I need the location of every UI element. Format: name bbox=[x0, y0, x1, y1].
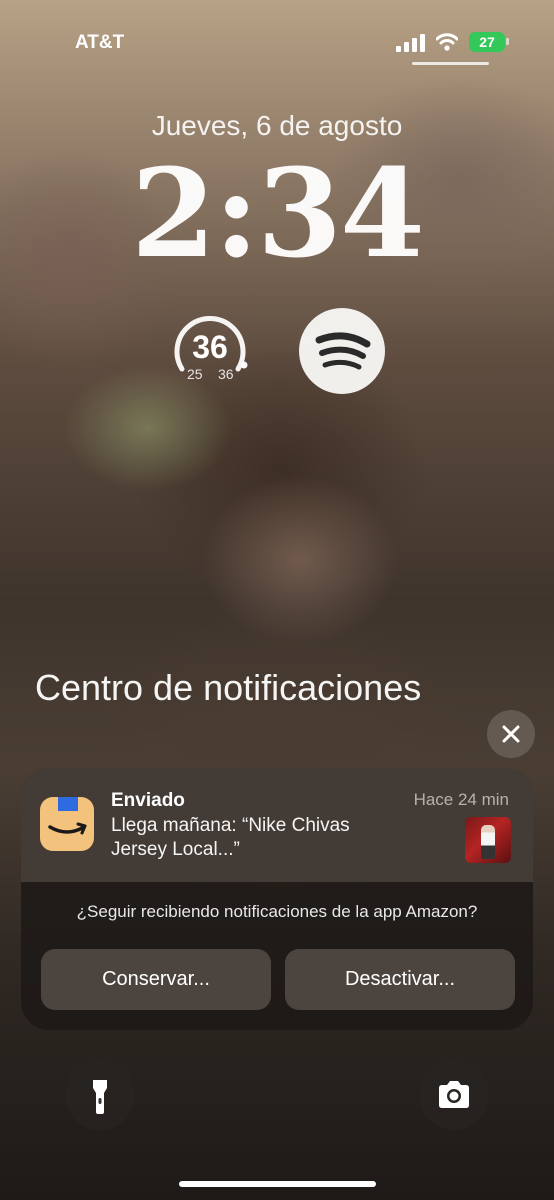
disable-notifications-button[interactable]: Desactivar... bbox=[285, 949, 515, 1010]
keep-notifications-button[interactable]: Conservar... bbox=[41, 949, 271, 1010]
camera-icon bbox=[439, 1081, 469, 1108]
thumbnail-figure bbox=[481, 825, 495, 859]
temperature-high: 36 bbox=[218, 366, 234, 382]
flashlight-icon bbox=[93, 1080, 107, 1114]
home-indicator[interactable] bbox=[179, 1181, 376, 1187]
amazon-icon bbox=[40, 797, 94, 851]
spotify-widget[interactable] bbox=[299, 308, 385, 394]
lock-time: 2:34 bbox=[131, 141, 425, 285]
notification-body: Llega mañana: “Nike Chivas Jersey Local.… bbox=[111, 815, 350, 860]
notification-header[interactable]: Enviado Hace 24 min Llega mañana: “Nike … bbox=[21, 768, 533, 882]
notification-title: Enviado bbox=[111, 790, 185, 811]
control-center-indicator[interactable] bbox=[412, 62, 489, 65]
lock-screen: AT&T 27 Jueves, 6 de agosto 2:34 36 25 3… bbox=[0, 0, 554, 1200]
battery-level: 27 bbox=[479, 34, 495, 50]
clear-notifications-button[interactable] bbox=[487, 710, 535, 758]
camera-button[interactable] bbox=[419, 1060, 489, 1130]
lock-date: Jueves, 6 de agosto bbox=[151, 110, 403, 141]
notification-question: ¿Seguir recibiendo notificaciones de la … bbox=[76, 902, 478, 921]
notification-card[interactable]: Enviado Hace 24 min Llega mañana: “Nike … bbox=[21, 768, 533, 1030]
battery-nub bbox=[506, 38, 509, 45]
signal-icon bbox=[396, 34, 426, 52]
product-thumbnail bbox=[465, 817, 511, 863]
wifi-icon bbox=[436, 33, 458, 51]
battery-icon: 27 bbox=[469, 32, 505, 52]
amazon-smile-icon bbox=[48, 822, 87, 835]
spotify-icon bbox=[315, 332, 371, 370]
close-icon bbox=[502, 725, 520, 743]
notification-center-title: Centro de notificaciones bbox=[35, 667, 422, 708]
temperature-low: 25 bbox=[187, 366, 203, 382]
notification-time: Hace 24 min bbox=[413, 790, 509, 809]
carrier-label: AT&T bbox=[75, 32, 125, 53]
status-bar: AT&T 27 bbox=[0, 30, 554, 56]
temperature-current: 36 bbox=[192, 329, 228, 365]
flashlight-button[interactable] bbox=[65, 1060, 135, 1130]
temperature-widget[interactable]: 36 25 36 bbox=[170, 307, 250, 387]
